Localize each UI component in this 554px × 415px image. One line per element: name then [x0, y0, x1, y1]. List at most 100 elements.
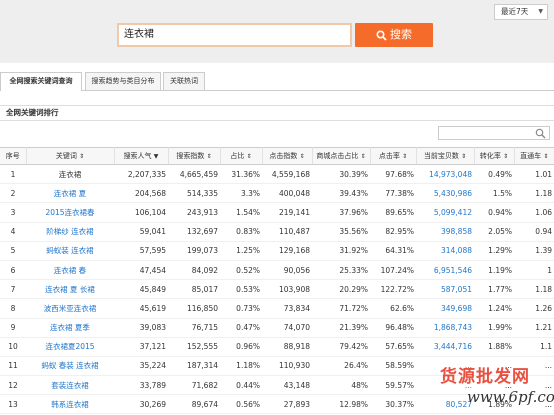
cell-keyword[interactable]: 连衣裙 — [26, 164, 114, 185]
cell-through-train: ... — [514, 356, 554, 377]
cell-conversion-rate: 0.94% — [474, 202, 514, 223]
cell-item-count[interactable]: 1,868,743 — [416, 318, 474, 338]
cell-search-index: 199,073 — [168, 241, 220, 261]
cell-search-index: 76,715 — [168, 318, 220, 338]
table-row: 13 韩系连衣裙 30,269 89,674 0.56% 27,893 12.98% 30.3… — [0, 394, 554, 415]
cell-item-count[interactable]: 6,951,546 — [416, 260, 474, 281]
cell-conversion-rate: 1.89% — [474, 394, 514, 415]
sort-icon: ⇕ — [79, 153, 85, 160]
cell-index: 9 — [0, 318, 26, 338]
tab-related-words[interactable]: 关联热词 — [163, 72, 205, 90]
cell-keyword[interactable]: 连衣裙 春 — [26, 260, 114, 281]
header-mall-click-share-label: 商城点击占比 — [316, 152, 359, 160]
cell-item-count[interactable]: 398,858 — [416, 222, 474, 242]
header-index: 序号 — [0, 147, 27, 165]
cell-mall-click-share: 30.39% — [312, 164, 370, 185]
cell-search-popularity: 37,121 — [114, 337, 168, 357]
cell-index: 1 — [0, 164, 26, 185]
sort-icon: ⇕ — [246, 153, 252, 160]
header-search-index[interactable]: 搜索指数 ⇕ — [168, 147, 221, 165]
cell-keyword[interactable]: 连衣裙夏2015 — [26, 337, 114, 357]
cell-click-index: 43,148 — [262, 375, 312, 396]
header-through-train[interactable]: 直通车 ⇕ — [514, 147, 554, 165]
cell-item-count[interactable]: 5,099,412 — [416, 202, 474, 223]
header-search-popularity[interactable]: 搜索人气 ▼ — [114, 147, 169, 165]
date-range-select[interactable]: 最近7天 ▼ — [494, 4, 548, 20]
cell-keyword[interactable]: 阶梯纱 连衣裙 — [26, 222, 114, 242]
cell-item-count[interactable]: 314,088 — [416, 241, 474, 261]
search-button[interactable]: 搜索 — [355, 23, 433, 47]
header-conversion-rate[interactable]: 转化率 ⇕ — [474, 147, 515, 165]
cell-keyword[interactable]: 韩系连衣裙 — [26, 394, 114, 415]
cell-mall-click-share: 48% — [312, 375, 370, 396]
cell-item-count[interactable]: ... — [416, 356, 474, 377]
cell-conversion-rate: 0.49% — [474, 164, 514, 185]
cell-click-index: 400,048 — [262, 183, 312, 204]
cell-keyword[interactable]: 连衣裙 夏季 — [26, 318, 114, 338]
table-row: 5 蚂蚁装 连衣裙 57,595 199,073 1.25% 129,168 31.92% 6… — [0, 241, 554, 261]
cell-click-rate: 97.68% — [370, 164, 416, 185]
header-item-count[interactable]: 当前宝贝数 ⇕ — [416, 147, 475, 165]
table-row: 3 2015连衣裙春 106,104 243,913 1.54% 219,141 37.96… — [0, 202, 554, 223]
cell-search-index: 243,913 — [168, 202, 220, 223]
cell-keyword[interactable]: 连衣裙 夏 长裙 — [26, 279, 114, 300]
cell-mall-click-share: 39.43% — [312, 183, 370, 204]
cell-click-rate: 30.37% — [370, 394, 416, 415]
cell-mall-click-share: 25.33% — [312, 260, 370, 281]
cell-click-rate: 59.57% — [370, 375, 416, 396]
cell-search-popularity: 47,454 — [114, 260, 168, 281]
cell-keyword[interactable]: 蚂蚁 春装 连衣裙 — [26, 356, 114, 377]
header-keyword[interactable]: 关键词 ⇕ — [26, 147, 115, 165]
cell-click-index: 103,908 — [262, 279, 312, 300]
cell-share: 0.52% — [220, 260, 262, 281]
cell-mall-click-share: 26.4% — [312, 356, 370, 377]
cell-click-index: 129,168 — [262, 241, 312, 261]
search-button-label: 搜索 — [390, 28, 412, 41]
cell-index: 13 — [0, 394, 26, 415]
header-mall-click-share[interactable]: 商城点击占比 ⇕ — [312, 147, 371, 165]
cell-keyword[interactable]: 2015连衣裙春 — [26, 202, 114, 223]
filter-input[interactable] — [438, 126, 550, 140]
header-share[interactable]: 占比 ⇕ — [220, 147, 263, 165]
cell-mall-click-share: 37.96% — [312, 202, 370, 223]
cell-item-count[interactable]: 3,444,716 — [416, 337, 474, 357]
cell-keyword[interactable]: 套装连衣裙 — [26, 375, 114, 396]
table-row: 2 连衣裙 夏 204,568 514,335 3.3% 400,048 39.43% 77.… — [0, 183, 554, 204]
tab-search-trend[interactable]: 搜索趋势与类目分布 — [85, 72, 161, 90]
cell-search-popularity: 106,104 — [114, 202, 168, 223]
sort-icon: ⇕ — [299, 153, 305, 160]
cell-search-index: 116,850 — [168, 298, 220, 319]
cell-keyword[interactable]: 蚂蚁装 连衣裙 — [26, 241, 114, 261]
cell-item-count[interactable]: 5,430,986 — [416, 183, 474, 204]
cell-item-count[interactable]: 80,527 — [416, 394, 474, 415]
cell-through-train: 1.01 — [514, 164, 554, 185]
cell-keyword[interactable]: 波西米亚连衣裙 — [26, 298, 114, 319]
header-click-index[interactable]: 点击指数 ⇕ — [262, 147, 313, 165]
header-share-label: 占比 — [230, 152, 245, 160]
cell-click-rate: 77.38% — [370, 183, 416, 204]
search-input[interactable]: 连衣裙 — [117, 23, 352, 47]
cell-item-count[interactable]: 349,698 — [416, 298, 474, 319]
cell-item-count[interactable]: ... — [416, 375, 474, 396]
cell-search-popularity: 57,595 — [114, 241, 168, 261]
cell-share: 1.18% — [220, 356, 262, 377]
date-range-label: 最近7天 — [501, 7, 529, 16]
cell-mall-click-share: 20.29% — [312, 279, 370, 300]
cell-item-count[interactable]: 587,051 — [416, 279, 474, 300]
cell-index: 10 — [0, 337, 26, 357]
tab-keyword-query[interactable]: 全网搜索关键词查询 — [0, 72, 82, 91]
cell-item-count[interactable]: 14,973,048 — [416, 164, 474, 185]
cell-click-index: 219,141 — [262, 202, 312, 223]
cell-through-train: 1.06 — [514, 202, 554, 223]
cell-click-index: 74,070 — [262, 318, 312, 338]
cell-keyword[interactable]: 连衣裙 夏 — [26, 183, 114, 204]
header-click-rate[interactable]: 点击率 ⇕ — [370, 147, 417, 165]
cell-mall-click-share: 21.39% — [312, 318, 370, 338]
cell-click-rate: 58.59% — [370, 356, 416, 377]
table-body: 1 连衣裙 2,207,335 4,665,459 31.36% 4,559,168 30.… — [0, 164, 554, 415]
search-icon — [535, 128, 546, 139]
sort-icon: ⇕ — [543, 153, 549, 160]
cell-search-index: 85,017 — [168, 279, 220, 300]
cell-conversion-rate: 1.88% — [474, 337, 514, 357]
cell-through-train: 1.21 — [514, 318, 554, 338]
